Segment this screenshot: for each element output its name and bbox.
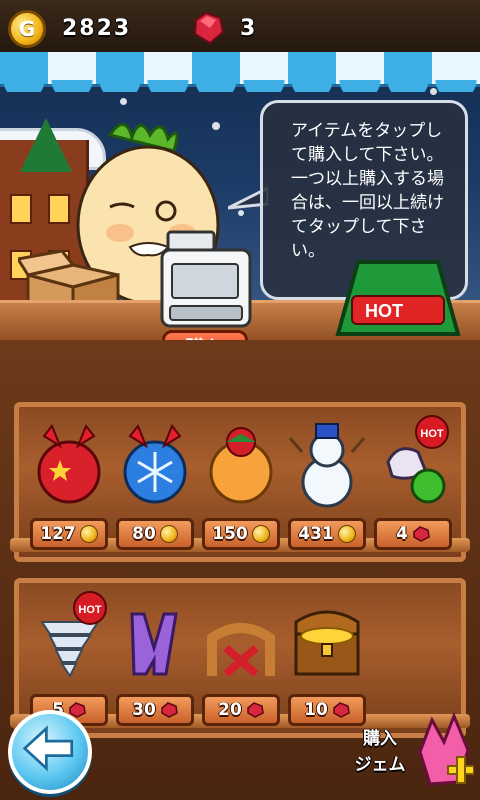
coin-count: 2823 (62, 16, 132, 41)
price-value: 150 (212, 524, 248, 544)
coin-icon (159, 525, 178, 543)
hot-badge-text: HOT (78, 604, 102, 616)
price-value: 10 (304, 700, 328, 720)
back-button[interactable] (8, 710, 92, 794)
price-tag: 20 (202, 694, 280, 726)
pink-crystal-icon (418, 712, 474, 786)
snowman-icon (288, 423, 366, 508)
shop-item-hot-gift[interactable]: HOT 4 (368, 412, 458, 562)
shop-item-blue-ornament[interactable]: 80 (110, 412, 200, 562)
hot-sign-text: HOT (365, 301, 403, 321)
tornado-icon: HOT (40, 591, 107, 678)
cash-register-icon (160, 230, 252, 328)
back-arrow-icon (22, 725, 74, 772)
shop-item-snowman[interactable]: 431 (282, 412, 372, 562)
snowflake (120, 98, 127, 105)
gem-count: 3 (240, 16, 256, 41)
buy-gems-label: 購入 ジェム (340, 726, 420, 778)
price-value: 80 (132, 524, 156, 544)
awning-scallop (0, 80, 480, 92)
price-tag: 80 (116, 518, 194, 550)
hot-gift-icon: HOT (386, 415, 449, 504)
price-value: 431 (298, 524, 334, 544)
gem-icon (193, 11, 225, 45)
price-tag: 150 (202, 518, 280, 550)
gem-icon (247, 702, 264, 718)
price-value: 20 (218, 700, 242, 720)
price-tag: 431 (288, 518, 366, 550)
hot-sign: HOT (335, 260, 461, 336)
price-tag: 127 (30, 518, 108, 550)
shop-item-poinsettia-orb[interactable]: 150 (196, 412, 286, 562)
price-tag: 4 (374, 518, 452, 550)
shop-scene: G 2823 3 購入 アイテムをタップして購入して下さい。一つ以上購入する場合… (0, 0, 480, 800)
hot-badge-text: HOT (420, 428, 444, 440)
red-bow-arch-icon (207, 623, 275, 678)
poinsettia-orb-icon (209, 427, 273, 504)
buy-gems-label-line1: 購入 (363, 729, 397, 749)
coin-icon: G (8, 10, 46, 48)
gem-icon (161, 702, 178, 718)
treasure-chest-icon (294, 610, 360, 676)
price-value: 30 (132, 700, 156, 720)
coin-icon (251, 525, 270, 543)
coin-symbol: G (18, 17, 36, 41)
instruction-text: アイテムをタップして購入して下さい。一つ以上購入する場合は、一回以上続けてタップ… (291, 121, 444, 261)
red-ornament-icon (37, 424, 101, 504)
christmas-tree (20, 118, 72, 172)
coin-icon (337, 525, 356, 543)
purple-magnet-icon (130, 612, 178, 676)
blue-snowflake-ornament-icon (123, 424, 187, 504)
coin-icon (79, 525, 98, 543)
buy-gems-label-line2: ジェム (354, 755, 406, 775)
house-window (48, 194, 70, 224)
gem-icon (413, 526, 430, 542)
shop-item-red-ornament[interactable]: 127 (24, 412, 114, 562)
price-value: 127 (40, 524, 76, 544)
price-value: 4 (396, 524, 408, 544)
price-tag: 30 (116, 694, 194, 726)
shop-item-purple-magnet[interactable]: 30 (110, 588, 200, 738)
house-window (10, 194, 32, 224)
shop-item-red-bow-arch[interactable]: 20 (196, 588, 286, 738)
buy-gems-button[interactable]: 購入 ジェム (340, 712, 478, 798)
